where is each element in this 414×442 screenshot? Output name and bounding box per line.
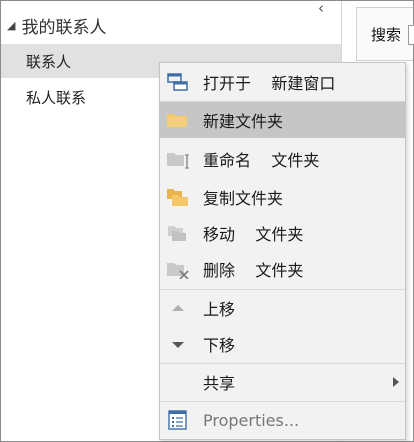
- window-frame: ◢ 我的联系人 ‹ 联系人 私人联系 搜索 打开于 新建窗口 新建文件夹 重命名…: [0, 0, 414, 442]
- menu-item-share[interactable]: 共享: [160, 364, 405, 400]
- copy-folder-icon: [167, 189, 188, 206]
- open-in-new-window-icon: [167, 73, 188, 91]
- menu-item-label: 上移: [203, 300, 236, 319]
- menu-item-new-folder[interactable]: 新建文件夹: [160, 102, 405, 138]
- group-title: 我的联系人: [21, 17, 107, 38]
- move-down-icon: [172, 342, 184, 348]
- expand-triangle-icon[interactable]: ◢: [7, 19, 15, 32]
- folder-item-label: 私人联系: [26, 88, 87, 107]
- menu-item-move-up[interactable]: 上移: [160, 290, 405, 326]
- folder-item-label: 联系人: [26, 52, 72, 71]
- menu-item-label: 删除 文件夹: [203, 261, 304, 280]
- collapse-pane-icon[interactable]: ‹: [314, 1, 328, 17]
- search-input[interactable]: [408, 25, 414, 45]
- menu-item-open-in-new-window[interactable]: 打开于 新建窗口: [160, 64, 405, 100]
- menu-item-label: 复制文件夹: [203, 189, 284, 208]
- menu-item-rename-folder[interactable]: 重命名 文件夹: [160, 141, 405, 177]
- search-label: 搜索: [371, 26, 402, 44]
- move-folder-icon: [168, 226, 186, 241]
- menu-item-label: 新建文件夹: [203, 112, 284, 131]
- context-menu: 打开于 新建窗口 新建文件夹 重命名 文件夹 复制文件夹 移动 文件夹 删除 文…: [159, 62, 406, 440]
- group-header-my-contacts[interactable]: ◢ 我的联系人: [7, 13, 107, 38]
- menu-item-label: 移动 文件夹: [203, 225, 304, 244]
- search-area: 搜索: [356, 7, 414, 61]
- menu-item-label: 打开于 新建窗口: [203, 74, 336, 93]
- menu-item-label: 下移: [203, 336, 236, 355]
- menu-item-label: 共享: [203, 374, 236, 393]
- menu-item-label: 重命名 文件夹: [203, 151, 320, 170]
- menu-item-move-folder[interactable]: 移动 文件夹: [160, 215, 405, 251]
- rename-folder-icon: [167, 153, 189, 169]
- menu-item-move-down[interactable]: 下移: [160, 326, 405, 362]
- delete-folder-icon: [167, 263, 189, 279]
- menu-item-copy-folder[interactable]: 复制文件夹: [160, 179, 405, 215]
- properties-icon: [168, 410, 187, 430]
- move-up-icon: [172, 305, 184, 311]
- menu-item-delete-folder[interactable]: 删除 文件夹: [160, 251, 405, 287]
- new-folder-icon: [167, 114, 187, 127]
- submenu-arrow-icon: [393, 377, 399, 387]
- menu-item-properties[interactable]: Properties...: [160, 402, 405, 438]
- menu-item-label: Properties...: [203, 410, 300, 430]
